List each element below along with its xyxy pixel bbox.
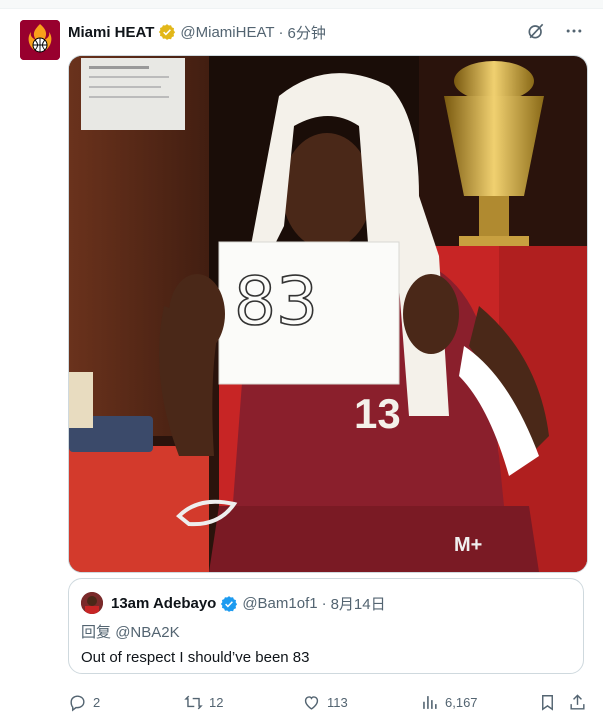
- quoted-author-avatar[interactable]: [81, 592, 103, 614]
- blue-verified-icon: [221, 595, 238, 612]
- repost-count: 12: [209, 694, 224, 710]
- reply-count: 2: [93, 694, 101, 710]
- like-button[interactable]: 113: [302, 690, 348, 714]
- quoted-tweet[interactable]: 13am Adebayo @Bam1of1 · 8月14日 回复 @NBA2K …: [68, 578, 584, 674]
- quoted-reply-context: 回复 @NBA2K: [81, 621, 180, 642]
- tweet-header: Miami HEAT @MiamiHEAT · 6分钟: [68, 22, 326, 42]
- gold-verified-icon: [159, 24, 176, 40]
- more-icon: [566, 29, 582, 33]
- tweet-media-photo[interactable]: M+ 13 83: [68, 55, 588, 573]
- like-icon: [304, 695, 319, 710]
- reply-icon: [70, 694, 85, 711]
- quoted-author-handle[interactable]: @Bam1of1: [242, 595, 317, 612]
- tweet-time[interactable]: 6分钟: [288, 22, 326, 43]
- share-button[interactable]: [568, 690, 587, 714]
- repost-icon: [184, 695, 203, 709]
- quoted-text: Out of respect I should’ve been 83: [81, 649, 310, 666]
- header-separator: ·: [278, 23, 284, 41]
- author-avatar[interactable]: [20, 20, 60, 60]
- grok-button[interactable]: [525, 20, 547, 42]
- reply-mention-link[interactable]: @NBA2K: [115, 624, 179, 641]
- views-count: 6,167: [445, 694, 478, 710]
- like-count: 113: [327, 694, 348, 710]
- jersey-number: 13: [354, 390, 401, 437]
- quoted-header: 13am Adebayo @Bam1of1 · 8月14日: [111, 593, 386, 614]
- bookmark-button[interactable]: [538, 690, 557, 714]
- author-name[interactable]: Miami HEAT: [68, 24, 154, 41]
- reply-prefix: 回复: [81, 624, 112, 641]
- reply-button[interactable]: 2: [68, 690, 100, 714]
- more-button[interactable]: [563, 20, 585, 42]
- sign-text: 83: [234, 263, 318, 340]
- views-button[interactable]: 6,167: [420, 690, 478, 714]
- grok-icon: [528, 23, 544, 39]
- bookmark-icon: [542, 694, 553, 711]
- photo-player-holding-sign: M+ 13 83: [69, 56, 587, 572]
- repost-button[interactable]: 12: [184, 690, 223, 714]
- quoted-separator: ·: [321, 595, 327, 612]
- views-icon: [423, 695, 437, 709]
- author-handle[interactable]: @MiamiHEAT: [180, 24, 274, 41]
- page-top-border: [0, 0, 603, 9]
- header-actions: [525, 20, 585, 42]
- shorts-logo: M+: [454, 534, 482, 556]
- tweet-action-bar: 2 12 113 6,167: [68, 690, 586, 714]
- share-icon: [570, 693, 585, 710]
- heat-logo: [20, 20, 60, 60]
- quoted-date[interactable]: 8月14日: [331, 593, 386, 614]
- quoted-avatar-image: [81, 592, 103, 614]
- quoted-author-name[interactable]: 13am Adebayo: [111, 595, 216, 612]
